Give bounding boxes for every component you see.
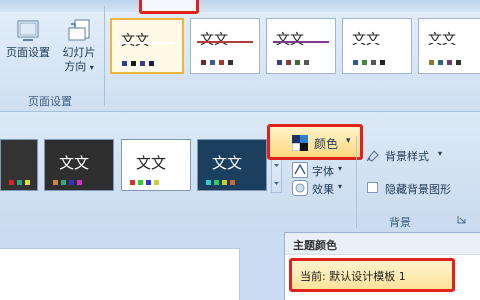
background-color-swatch bbox=[230, 180, 235, 185]
theme-color-swatch bbox=[122, 61, 127, 66]
theme-color-swatch bbox=[219, 60, 224, 65]
chevron-down-icon: ▾ bbox=[89, 63, 94, 72]
theme-color-swatch bbox=[131, 61, 136, 66]
background-color-swatch bbox=[61, 180, 66, 185]
theme-color-swatch bbox=[456, 60, 461, 65]
chevron-down-icon: ▾ bbox=[346, 136, 351, 146]
background-style-thumbnail[interactable]: 文文 bbox=[44, 139, 114, 191]
page-setup-label: 页面设置 bbox=[6, 46, 50, 59]
background-color-swatch bbox=[69, 180, 74, 185]
group-separator bbox=[104, 6, 105, 106]
theme-accent-line bbox=[273, 41, 329, 43]
background-styles-label: 背景样式 bbox=[385, 150, 429, 163]
effects-icon bbox=[292, 180, 308, 196]
background-color-swatch bbox=[25, 180, 30, 185]
background-style-thumbnail[interactable]: 文文 bbox=[197, 139, 267, 191]
background-color-swatch bbox=[222, 180, 227, 185]
background-color-swatch bbox=[214, 180, 219, 185]
theme-color-swatch bbox=[371, 60, 376, 65]
background-style-thumbnail[interactable]: 文文 bbox=[121, 139, 191, 191]
theme-thumbnail[interactable]: 文文 bbox=[418, 18, 480, 74]
background-style-thumbnail[interactable] bbox=[0, 139, 38, 191]
background-color-swatch bbox=[138, 180, 143, 185]
theme-color-swatch bbox=[304, 60, 309, 65]
theme-colors-heading: 主题颜色 bbox=[285, 233, 480, 255]
slide-orientation-icon bbox=[68, 19, 90, 41]
chevron-down-icon: ▾ bbox=[438, 149, 443, 158]
background-color-swatch bbox=[17, 180, 22, 185]
background-color-swatch bbox=[130, 180, 135, 185]
background-thumbnail-label: 文文 bbox=[212, 154, 243, 172]
background-color-swatch bbox=[206, 180, 211, 185]
theme-color-swatch bbox=[438, 60, 443, 65]
fonts-icon bbox=[292, 162, 308, 178]
background-color-swatch bbox=[77, 180, 82, 185]
background-thumbnail-label: 文文 bbox=[136, 154, 167, 172]
theme-color-swatch bbox=[353, 60, 358, 65]
colors-button[interactable]: 颜色 ▾ bbox=[267, 124, 363, 160]
fonts-label: 字体 bbox=[312, 165, 334, 178]
chevron-down-icon: ▾ bbox=[338, 164, 343, 173]
page-setup-group-label: 页面设置 bbox=[28, 95, 72, 108]
background-styles-icon bbox=[366, 150, 379, 162]
slide-orientation-label-1: 幻灯片 bbox=[62, 46, 96, 59]
page-setup-icon bbox=[17, 20, 39, 41]
background-color-swatch bbox=[53, 180, 58, 185]
theme-color-swatch bbox=[362, 60, 367, 65]
slide-canvas[interactable] bbox=[0, 248, 240, 300]
theme-thumbnail[interactable]: 文文 bbox=[266, 18, 336, 74]
theme-thumbnail[interactable]: 文文 bbox=[190, 18, 260, 74]
theme-thumbnail[interactable]: 文文 bbox=[342, 18, 412, 74]
chevron-down-icon: ▾ bbox=[338, 182, 343, 191]
background-color-swatch bbox=[154, 180, 159, 185]
theme-color-swatch bbox=[277, 60, 282, 65]
group-separator bbox=[356, 136, 357, 228]
theme-color-swatch bbox=[201, 60, 206, 65]
theme-thumbnail[interactable]: 文文 bbox=[110, 18, 184, 74]
theme-accent-line bbox=[425, 41, 480, 43]
theme-color-swatch bbox=[140, 61, 145, 66]
tab-design-active[interactable] bbox=[139, 0, 199, 14]
current-theme-color-label: 当前: 默认设计模板 1 bbox=[300, 270, 406, 283]
theme-color-swatch bbox=[286, 60, 291, 65]
theme-color-swatch bbox=[429, 60, 434, 65]
theme-thumbnail-label: 文文 bbox=[276, 32, 304, 48]
colors-label: 颜色 bbox=[314, 137, 339, 151]
checkbox-icon bbox=[367, 182, 378, 193]
slide-orientation-label-2: 方向 bbox=[64, 60, 87, 73]
background-group-label: 背景 bbox=[389, 216, 411, 229]
background-color-swatch bbox=[9, 180, 14, 185]
theme-color-swatch bbox=[149, 61, 154, 66]
theme-accent-line bbox=[197, 41, 253, 43]
color-palette-icon bbox=[292, 135, 308, 151]
ribbon-tab-strip bbox=[0, 0, 480, 12]
theme-thumbnail-label: 文文 bbox=[428, 32, 456, 48]
background-thumbnail-label: 文文 bbox=[59, 154, 90, 172]
theme-thumbnail-label: 文文 bbox=[352, 32, 380, 48]
dialog-launcher-icon[interactable] bbox=[457, 215, 466, 224]
theme-thumbnail-label: 文文 bbox=[121, 33, 149, 49]
page-setup-button[interactable]: 页面设置 bbox=[0, 18, 56, 60]
background-color-swatch bbox=[146, 180, 151, 185]
theme-color-swatch bbox=[228, 60, 233, 65]
theme-color-swatch bbox=[295, 60, 300, 65]
theme-accent-line bbox=[118, 42, 174, 44]
themes-gallery: 文文 文文 文文 文文 文文 bbox=[110, 18, 480, 76]
background-gallery: 文文 文文 文文 bbox=[0, 139, 270, 191]
slide-orientation-button[interactable]: 幻灯片 方向 ▾ bbox=[55, 18, 103, 75]
theme-thumbnail-label: 文文 bbox=[200, 32, 228, 48]
theme-color-swatch bbox=[210, 60, 215, 65]
current-theme-color-item[interactable]: 当前: 默认设计模板 1 bbox=[289, 258, 455, 292]
theme-accent-line bbox=[349, 41, 405, 43]
effects-label: 效果 bbox=[312, 183, 334, 196]
theme-color-swatch bbox=[380, 60, 385, 65]
hide-background-graphics-label: 隐藏背景图形 bbox=[385, 183, 451, 196]
theme-color-swatch bbox=[447, 60, 452, 65]
